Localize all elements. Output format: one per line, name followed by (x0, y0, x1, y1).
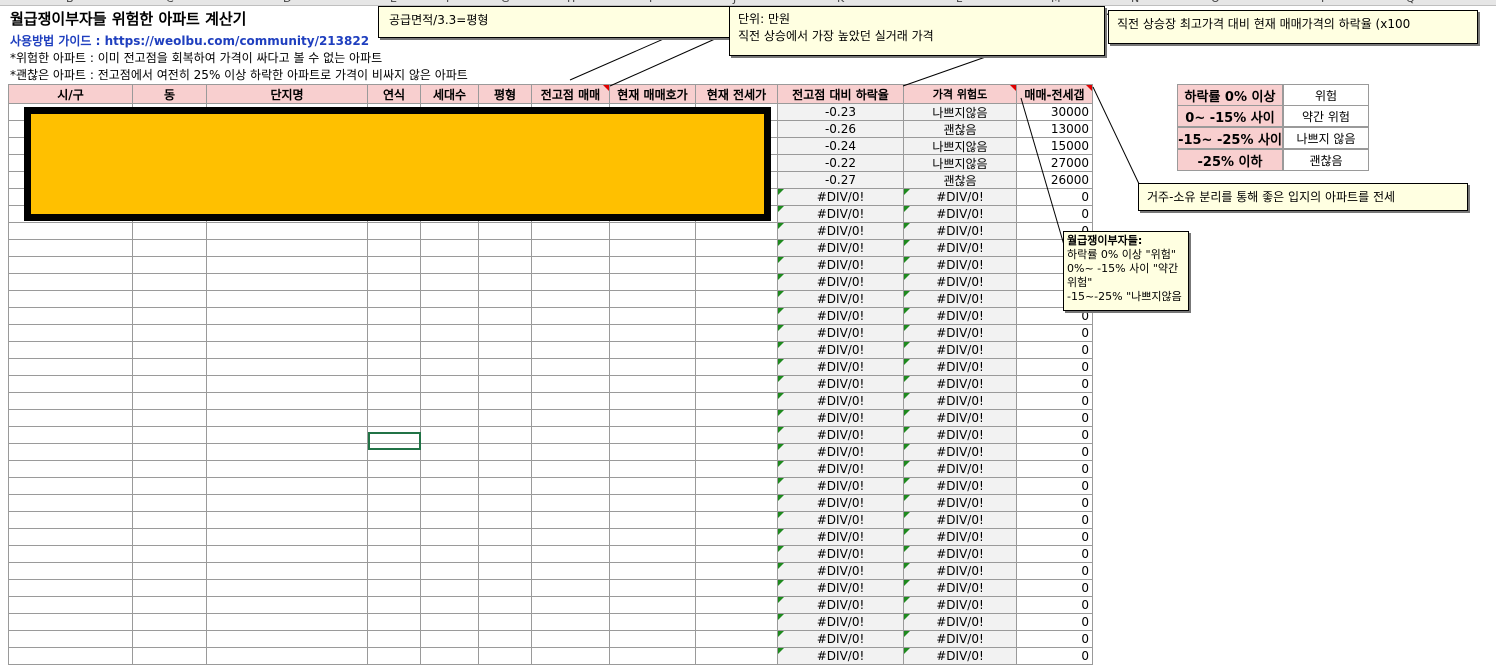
comment-decline-text: 직전 상승장 최고가격 대비 현재 매매가격의 하락율 (x100 (1117, 17, 1411, 31)
comment-gap-text: 거주-소유 분리를 통해 좋은 입지의 아파트를 전세 (1147, 190, 1396, 204)
comment-risk-line1: 하락률 0% 이상 "위험" (1067, 248, 1176, 261)
comment-decline[interactable]: 직전 상승장 최고가격 대비 현재 매매가격의 하락율 (x100 (1108, 10, 1478, 44)
comment-gap[interactable]: 거주-소유 분리를 통해 좋은 입지의 아파트를 전세 (1138, 183, 1468, 211)
comment-area-text: 공급면적/3.3=평형 (389, 13, 489, 27)
comment-unit-line2: 직전 상승에서 가장 높았던 실거래 가격 (738, 29, 934, 43)
comment-risk-line2: 0%~ -15% 사이 "약간 (1067, 262, 1179, 275)
comment-unit-line1: 단위: 만원 (738, 12, 791, 26)
comment-unit[interactable]: 단위: 만원 직전 상승에서 가장 높았던 실거래 가격 (729, 6, 1105, 56)
comment-risk-line4: -15~-25% "나쁘지않음 (1067, 290, 1182, 303)
comment-area[interactable]: 공급면적/3.3=평형 (378, 6, 730, 38)
comment-risk-title: 월급쟁이부자들: (1067, 234, 1143, 247)
comment-risk[interactable]: 월급쟁이부자들: 하락률 0% 이상 "위험" 0%~ -15% 사이 "약간 … (1063, 231, 1189, 311)
comment-risk-line3: 위험" (1067, 276, 1093, 289)
comment-connector-lines (569, 11, 1141, 246)
